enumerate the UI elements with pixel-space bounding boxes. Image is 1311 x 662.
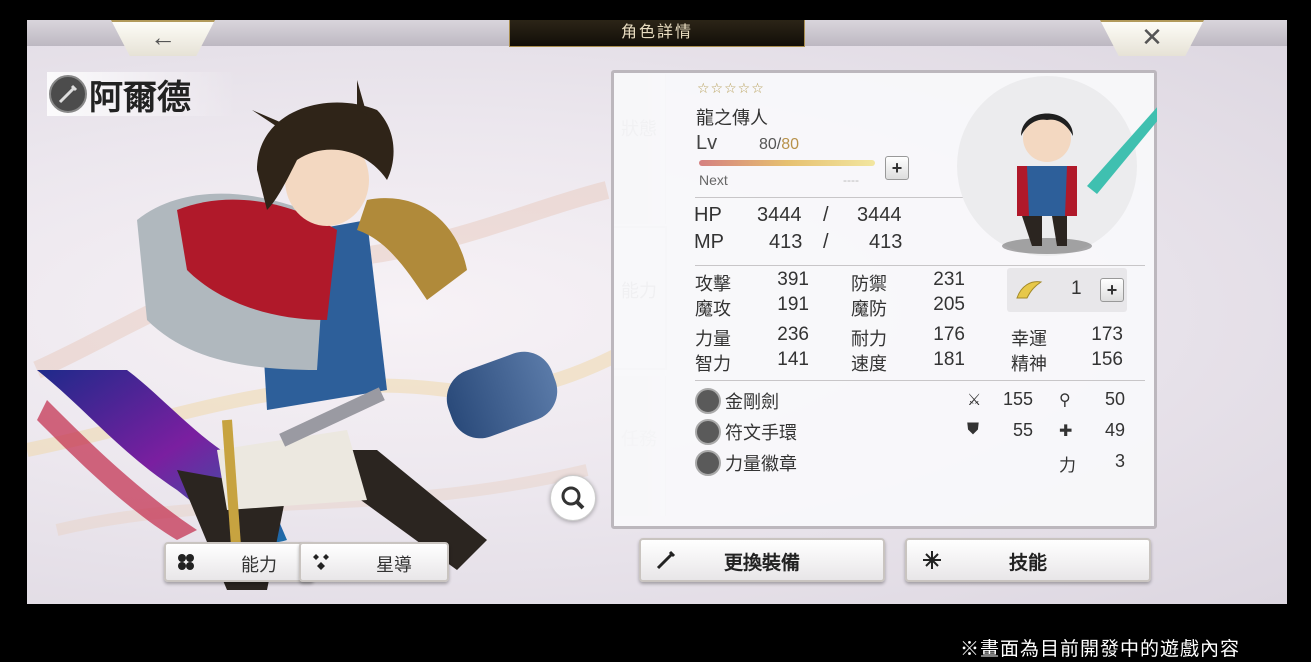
level-max: 80 (781, 136, 800, 153)
level-progress-bar (699, 160, 875, 166)
next-value: ---- (843, 173, 859, 187)
stat-spi-label: 精神 (1011, 354, 1047, 374)
wing-icon (1016, 281, 1043, 299)
armor-stat-icon: ⛊ (967, 421, 980, 438)
ability-button-label: 能力 (241, 555, 277, 575)
character-portrait (27, 80, 627, 590)
wing-count: 1 (1071, 278, 1082, 299)
star-guide-icon (313, 554, 329, 570)
equip-item-name[interactable]: 力量徽章 (725, 450, 797, 476)
equip-stat-value: 155 (1002, 389, 1033, 409)
equip-bracelet-icon (695, 419, 721, 445)
ability-grid-icon (178, 554, 194, 570)
equip-stat-value: 55 (1012, 420, 1033, 440)
stat-spi-value: 156 (1091, 349, 1123, 370)
equip-stat-value: 49 (1104, 420, 1125, 440)
next-label: Next (699, 172, 728, 188)
divider (695, 380, 1145, 381)
magic-stat-icon: ⚲ (1059, 392, 1071, 409)
stat-atk-label: 攻擊 (695, 274, 731, 294)
skills-label: 技能 (1008, 552, 1047, 574)
stat-luck-value: 173 (1091, 324, 1123, 345)
stat-matk-value: 191 (777, 294, 809, 315)
hp-max: 3444 (857, 204, 902, 226)
back-arrow-icon: ← (150, 22, 176, 52)
equip-item-name[interactable]: 金剛劍 (725, 388, 779, 414)
hp-label: HP (694, 204, 722, 226)
equip-badge-icon (695, 450, 721, 476)
mp-separator: / (823, 231, 829, 253)
mp-max: 413 (869, 231, 903, 253)
magnifier-icon (561, 486, 585, 510)
change-equipment-label: 更換裝備 (723, 552, 800, 574)
change-equipment-button[interactable]: 更換裝備 (639, 538, 885, 582)
star-guide-button[interactable]: 星導 (299, 542, 449, 582)
character-chibi-sprite (957, 76, 1157, 256)
hp-separator: / (823, 204, 829, 226)
equip-stat-value: 50 (1104, 389, 1125, 409)
status-content: ☆☆☆☆☆ 龍之傳人 Lv 80/80 + Next ---- HP 3444 … (667, 70, 1157, 523)
development-disclaimer: ※畫面為目前開發中的遊戲內容 (960, 638, 1241, 660)
shield-stat-icon: ✚ (1059, 423, 1073, 440)
wing-item-box: 1 + (1007, 268, 1127, 312)
level-up-button[interactable]: + (885, 156, 909, 180)
level-value: 80/80 (759, 136, 799, 154)
stat-str-label: 力量 (695, 329, 731, 349)
sword-stat-icon: ⚔ (967, 392, 982, 409)
stat-vit-value: 176 (933, 324, 965, 345)
hp-current: 3444 (757, 204, 802, 226)
stat-mdef-value: 205 (933, 294, 965, 315)
stat-str-value: 236 (777, 324, 809, 345)
close-button[interactable]: ✕ (1100, 20, 1204, 56)
game-screen: ← 角色詳情 ✕ 阿爾德 能力 星導 ☆☆☆☆☆ 龍之傳人 Lv 80/80 +… (27, 20, 1287, 604)
stat-luck-label: 幸運 (1011, 329, 1047, 349)
level-label: Lv (696, 132, 718, 154)
equip-sword-icon (695, 388, 721, 414)
stat-atk-value: 391 (777, 269, 809, 290)
stat-spd-value: 181 (933, 349, 965, 370)
character-name: 阿爾德 (89, 78, 191, 118)
stat-int-label: 智力 (695, 354, 731, 374)
mp-current: 413 (769, 231, 803, 253)
star-guide-button-label: 星導 (376, 555, 412, 575)
skills-button[interactable]: 技能 (905, 538, 1151, 582)
rarity-stars: ☆☆☆☆☆ (697, 80, 765, 96)
stat-matk-label: 魔攻 (695, 299, 731, 319)
equip-stat-value: 3 (1114, 451, 1125, 471)
divider (695, 265, 1145, 266)
page-title: 角色詳情 (509, 20, 805, 47)
ability-button[interactable]: 能力 (164, 542, 314, 582)
equip-item-name[interactable]: 符文手環 (725, 419, 797, 445)
back-button[interactable]: ← (111, 20, 215, 56)
stat-vit-label: 耐力 (851, 329, 887, 349)
stat-def-label: 防禦 (851, 274, 887, 294)
level-current: 80/ (759, 136, 782, 153)
stat-mdef-label: 魔防 (851, 299, 887, 319)
zoom-button[interactable] (550, 475, 596, 521)
stat-def-value: 231 (933, 269, 965, 290)
stat-int-value: 141 (777, 349, 809, 370)
mp-label: MP (694, 231, 724, 253)
stat-spd-label: 速度 (851, 354, 887, 374)
close-icon: ✕ (1141, 22, 1163, 52)
sword-class-icon (49, 75, 87, 113)
character-title: 龍之傳人 (696, 108, 768, 128)
strength-stat-label: 力 (1059, 456, 1076, 475)
wing-add-button[interactable]: + (1100, 278, 1124, 302)
